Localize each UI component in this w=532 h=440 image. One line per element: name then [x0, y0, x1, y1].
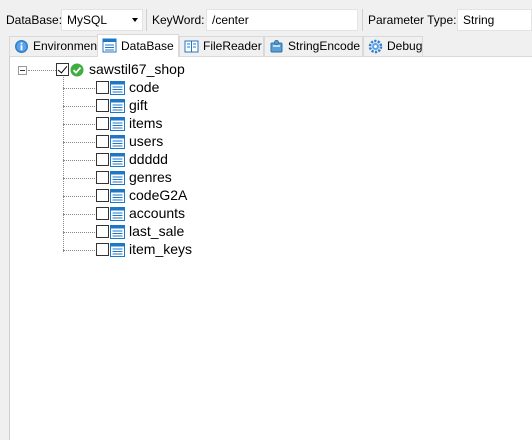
tree-connector	[28, 70, 56, 71]
table-checkbox[interactable]	[96, 189, 109, 202]
table-icon	[110, 207, 125, 221]
tree-table-node[interactable]: accounts	[96, 205, 296, 223]
table-checkbox[interactable]	[96, 99, 109, 112]
table-node-label: gift	[129, 97, 148, 113]
gear-icon	[368, 39, 383, 54]
tab-label: DataBase	[121, 39, 174, 53]
database-select[interactable]: MySQL	[61, 9, 143, 31]
table-checkbox[interactable]	[96, 171, 109, 184]
table-icon	[110, 189, 125, 203]
table-icon	[110, 135, 125, 149]
table-checkbox[interactable]	[96, 135, 109, 148]
tree-connector	[63, 88, 95, 89]
tab-label: Debug	[387, 39, 423, 53]
tree-table-node[interactable]: gift	[96, 97, 296, 115]
tree-table-node[interactable]: codeG2A	[96, 187, 296, 205]
tree-table-node[interactable]: code	[96, 79, 296, 97]
table-node-label: item_keys	[129, 241, 193, 257]
table-node-label: code	[129, 79, 160, 95]
tree-connector	[63, 160, 95, 161]
tab-bar: Environment DataBase FileReader StringEn…	[0, 34, 532, 57]
parameter-type-select[interactable]: String	[457, 9, 532, 31]
keyword-input[interactable]: /center	[206, 9, 358, 31]
table-node-label: codeG2A	[129, 187, 188, 203]
tree-table-node[interactable]: items	[96, 115, 296, 133]
tree-table-node[interactable]: users	[96, 133, 296, 151]
table-node-label: last_sale	[129, 223, 185, 239]
root-checkbox[interactable]	[56, 63, 69, 76]
tree-table-node[interactable]: ddddd	[96, 151, 296, 169]
tree-connector	[63, 77, 64, 252]
tree-table-node[interactable]: item_keys	[96, 241, 296, 259]
table-icon	[110, 117, 125, 131]
tab-label: Environment	[33, 39, 101, 53]
keyword-label: KeyWord:	[152, 13, 205, 27]
toolbar-separator	[146, 9, 147, 31]
keyword-input-value: /center	[212, 13, 249, 27]
tab-label: StringEncode	[288, 39, 361, 53]
table-icon	[110, 99, 125, 113]
root-node-label: sawstil67_shop	[89, 61, 185, 77]
table-icon	[110, 81, 125, 95]
tree-table-node[interactable]: genres	[96, 169, 296, 187]
table-checkbox[interactable]	[96, 81, 109, 94]
table-node-label: ddddd	[129, 151, 168, 167]
tree-connector	[63, 142, 95, 143]
toolbar-separator	[362, 9, 363, 31]
collapse-toggle[interactable]	[18, 66, 27, 75]
table-checkbox[interactable]	[96, 117, 109, 130]
tab-debug[interactable]: Debug	[363, 36, 423, 56]
table-checkbox[interactable]	[96, 153, 109, 166]
green-check-icon	[70, 63, 84, 77]
parameter-type-label: Parameter Type:	[368, 13, 457, 27]
table-node-label: accounts	[129, 205, 186, 221]
tab-stringencode[interactable]: StringEncode	[264, 36, 363, 56]
tree-connector	[63, 250, 95, 251]
table-icon	[110, 171, 125, 185]
tree-connector	[63, 214, 95, 215]
database-label: DataBase:	[6, 13, 63, 27]
database-select-value: MySQL	[67, 13, 108, 27]
table-icon	[110, 225, 125, 239]
parameter-type-value: String	[463, 13, 495, 27]
toolbar: DataBase: MySQL KeyWord: /center Paramet…	[0, 0, 532, 34]
table-icon	[110, 153, 125, 167]
tree-connector	[63, 106, 95, 107]
table-node-label: genres	[129, 169, 172, 185]
tab-filereader[interactable]: FileReader	[179, 36, 264, 56]
tree-connector	[63, 124, 95, 125]
database-icon	[102, 38, 117, 53]
tree-connector	[63, 178, 95, 179]
tab-database[interactable]: DataBase	[97, 34, 179, 57]
table-checkbox[interactable]	[96, 243, 109, 256]
tree-root-node[interactable]: sawstil67_shop	[56, 61, 256, 79]
table-node-label: users	[129, 133, 164, 149]
tab-environment[interactable]: Environment	[9, 36, 101, 56]
book-icon	[184, 40, 199, 53]
table-checkbox[interactable]	[96, 207, 109, 220]
info-icon	[15, 40, 28, 53]
table-icon	[110, 243, 125, 257]
puzzle-icon	[270, 40, 283, 53]
table-node-label: items	[129, 115, 163, 131]
chevron-down-icon	[132, 18, 138, 22]
tree-connector	[63, 196, 95, 197]
table-checkbox[interactable]	[96, 225, 109, 238]
tree-table-node[interactable]: last_sale	[96, 223, 296, 241]
tree-connector	[63, 232, 95, 233]
tab-label: FileReader	[203, 39, 262, 53]
database-tree-panel: sawstil67_shop code gift items users ddddd ge…	[9, 56, 532, 440]
